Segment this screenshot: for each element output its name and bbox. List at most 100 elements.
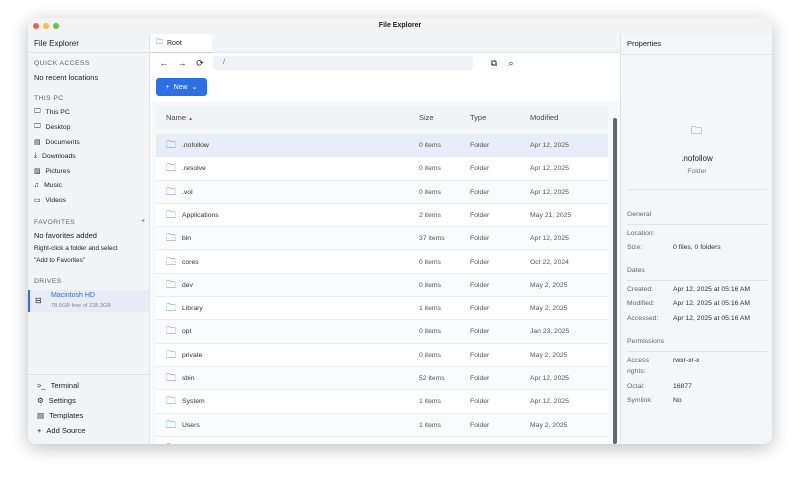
drive-icon: ⊟ <box>35 296 42 305</box>
drive-macintosh-hd[interactable]: ⊟ Macintosh HD 78.5GB free of 228.3GB <box>28 290 149 312</box>
file-name: cores <box>182 258 199 266</box>
folder-icon: 🗀 <box>166 326 176 338</box>
table-row[interactable]: 🗀 sbin 52 items Folder Apr 12, 2025 <box>156 367 608 391</box>
settings-button[interactable]: ⚙ Settings <box>37 396 76 405</box>
table-row[interactable]: 🗀 private 0 items Folder May 2, 2025 <box>156 343 608 367</box>
properties-title: Properties <box>627 39 662 48</box>
properties-name: .nofollow <box>681 154 713 163</box>
sidebar-item-pictures[interactable]: ▨ Pictures <box>34 167 70 176</box>
minimize-button[interactable] <box>43 23 49 29</box>
plus-icon: + <box>37 426 42 435</box>
maximize-button[interactable] <box>53 23 59 29</box>
close-button[interactable] <box>33 23 39 29</box>
table-row[interactable]: 🗀 opt 0 items Folder Jan 23, 2025 <box>156 320 608 344</box>
file-name: .nofollow <box>182 142 209 149</box>
file-name: private <box>182 351 203 359</box>
folder-icon: 🗀 <box>166 233 176 245</box>
add-source-button[interactable]: + Add Source <box>37 426 86 435</box>
folder-icon: 🗀 <box>166 437 176 444</box>
table-row[interactable]: 🗀 .nofollow 0 items Folder Apr 12, 2025 <box>156 134 608 158</box>
octal-value: 16877 <box>673 383 692 390</box>
file-type: Folder <box>470 235 490 243</box>
file-modified: Apr 12, 2025 <box>530 235 569 243</box>
file-type: Folder <box>470 142 490 149</box>
folder-icon: 🗀 <box>166 349 176 361</box>
column-modified[interactable]: Modified <box>530 106 558 129</box>
symlink-value: No <box>673 397 682 404</box>
sidebar-item-videos[interactable]: ▭ Videos <box>34 196 66 205</box>
quick-access-heading: QUICK ACCESS <box>34 60 90 67</box>
folder-icon: 🗀 <box>166 419 176 431</box>
file-name: Applications <box>182 211 219 219</box>
file-modified: Apr 12, 2025 <box>530 437 569 444</box>
general-heading: General <box>627 211 652 218</box>
image-icon: ▨ <box>34 168 41 175</box>
folder-icon: 🗀 <box>166 186 176 198</box>
file-type: Folder <box>470 281 490 289</box>
sidebar-item-desktop[interactable]: 🖵 Desktop <box>34 123 71 131</box>
search-button[interactable]: ⌕ <box>503 55 519 71</box>
table-row[interactable]: 🗀 dev 0 items Folder May 2, 2025 <box>156 273 608 298</box>
file-modified: May 21, 2025 <box>530 211 572 219</box>
sidebar-item-this-pc[interactable]: 🖵 This PC <box>34 108 70 116</box>
table-header: Name ▲ Size Type Modified <box>156 106 608 130</box>
table-row[interactable]: 🗀 bin 37 items Folder Apr 12, 2025 <box>156 227 608 251</box>
refresh-button[interactable]: ⟳ <box>192 55 208 71</box>
monitor-icon: 🖵 <box>34 123 41 130</box>
file-size: 0 items <box>419 188 441 196</box>
table-row[interactable]: 🗀 usr 9 items Folder Apr 12, 2025 <box>156 436 608 444</box>
table-row[interactable]: 🗀 cores 0 items Folder Oct 22, 2024 <box>156 250 608 274</box>
forward-button[interactable]: → <box>174 55 190 71</box>
file-name: dev <box>182 281 193 289</box>
quick-access-empty: No recent locations <box>34 73 99 82</box>
file-size: 0 items <box>419 142 441 149</box>
terminal-button[interactable]: >_ Terminal <box>37 381 79 390</box>
file-name: bin <box>182 235 192 243</box>
chevron-down-icon: ⌄ <box>191 84 198 91</box>
file-size: 0 items <box>419 258 441 266</box>
table-row[interactable]: 🗀 .vol 0 items Folder Apr 12, 2025 <box>156 180 608 204</box>
video-icon: ▭ <box>34 197 41 204</box>
main-area: 🗀Root + ← → ⟳ / ⧉ ⌕ ⊕ ▦ ☰ ≡ ◫ ☾ +New⌄ Na… <box>150 34 772 444</box>
terminal-icon: >_ <box>37 381 46 390</box>
path-input[interactable]: / <box>213 56 473 70</box>
file-size: 2 items <box>419 211 441 219</box>
file-type: Folder <box>470 437 489 444</box>
back-button[interactable]: ← <box>156 55 172 71</box>
file-size: 52 items <box>419 375 445 382</box>
new-button[interactable]: + New ⌄ <box>156 78 207 96</box>
scrollbar[interactable] <box>613 118 617 444</box>
table-row[interactable]: 🗀 System 1 items Folder Apr 12, 2025 <box>156 390 608 414</box>
file-modified: May 2, 2025 <box>530 351 568 359</box>
sidebar-item-documents[interactable]: ▤ Documents <box>34 138 80 147</box>
created-label: Created: <box>627 286 654 293</box>
table-row[interactable]: 🗀 Applications 2 items Folder May 21, 20… <box>156 203 608 228</box>
symlink-label: Symlink: <box>627 397 653 404</box>
accessed-label: Accessed: <box>627 315 659 322</box>
file-size: 9 items <box>419 437 441 444</box>
octal-label: Octal: <box>627 383 645 390</box>
add-favorite-button[interactable]: + <box>141 218 145 225</box>
copy-path-button[interactable]: ⧉ <box>486 55 502 71</box>
table-row[interactable]: 🗀 .resolve 0 items Folder Apr 12, 2025 <box>156 157 608 181</box>
column-type[interactable]: Type <box>470 106 486 129</box>
templates-button[interactable]: ▤ Templates <box>37 411 83 420</box>
sidebar-item-downloads[interactable]: ⤓ Downloads <box>34 152 76 160</box>
file-modified: May 2, 2025 <box>530 421 568 429</box>
file-type: Folder <box>470 305 490 313</box>
sidebar-item-music[interactable]: ♫ Music <box>34 182 62 189</box>
column-size[interactable]: Size <box>419 106 434 129</box>
column-name[interactable]: Name ▲ <box>166 106 193 131</box>
table-row[interactable]: 🗀 Library 1 items Folder May 2, 2025 <box>156 297 608 321</box>
table-row[interactable]: 🗀 Users 1 items Folder May 2, 2025 <box>156 413 608 437</box>
permissions-heading: Permissions <box>627 338 665 345</box>
favorites-heading: FAVORITES <box>34 219 76 226</box>
drive-space: 78.5GB free of 228.3GB <box>51 303 112 309</box>
location-label: Location: <box>627 230 655 237</box>
file-name: sbin <box>182 375 195 382</box>
tab-root[interactable]: 🗀 Root <box>150 34 212 53</box>
file-name: .vol <box>182 188 193 196</box>
properties-panel: Properties 🗀 .nofollow Folder General Lo… <box>620 34 772 444</box>
file-size: 0 items <box>419 281 441 289</box>
app-window: File Explorer File Explorer QUICK ACCESS… <box>28 18 772 444</box>
